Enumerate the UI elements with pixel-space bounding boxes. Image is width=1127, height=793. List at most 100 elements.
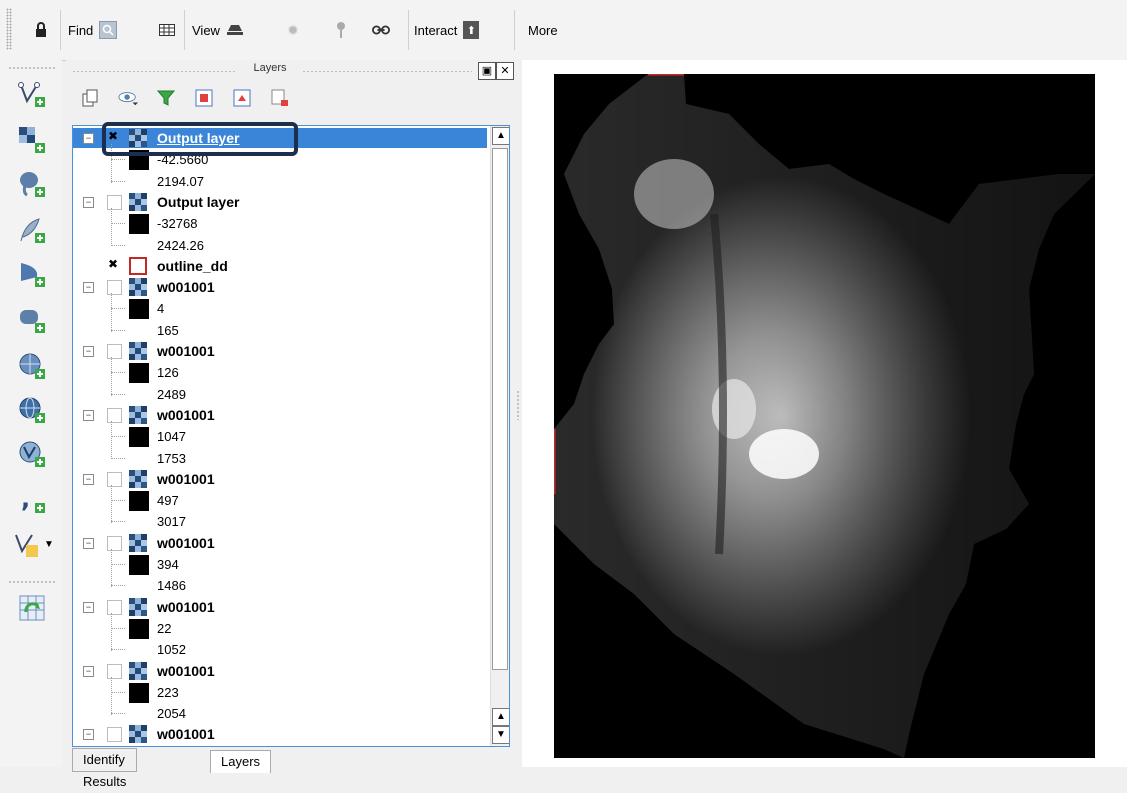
view-group: View <box>192 18 244 42</box>
layer-visibility-checkbox[interactable] <box>107 280 122 296</box>
refresh-layer-button[interactable] <box>16 592 48 624</box>
add-group-icon <box>82 89 98 107</box>
scroll-up-button-lower[interactable]: ▲ <box>492 708 509 726</box>
add-wfs-layer-button[interactable] <box>16 438 48 470</box>
layer-name[interactable]: w001001 <box>157 535 215 551</box>
legend-value: 1052 <box>157 642 186 658</box>
layer-name[interactable]: w001001 <box>157 471 215 487</box>
layer-visibility-checkbox[interactable] <box>107 535 122 551</box>
feather-icon <box>20 218 45 243</box>
vtoolbar-grip[interactable] <box>8 66 56 70</box>
legend-value: 3017 <box>157 514 186 530</box>
expand-all-button[interactable] <box>194 88 214 108</box>
layer-visibility-checkbox[interactable] <box>107 727 122 743</box>
collapse-all-icon <box>233 89 251 107</box>
add-vector-icon <box>18 82 45 107</box>
layers-panel: Layers ▣ ✕ −Output layer-42.56602194.07− <box>66 60 514 789</box>
layer-name[interactable]: outline_dd <box>157 258 228 274</box>
legend-color-swatch <box>129 363 149 384</box>
panel-splitter[interactable] <box>514 60 522 767</box>
map-tips-icon[interactable] <box>226 21 244 39</box>
collapse-all-button[interactable] <box>232 88 252 108</box>
filter-legend-button[interactable] <box>156 88 176 108</box>
main-toolbar: Find View ✹ Interact ⬆ More <box>0 0 1127 61</box>
expand-all-icon <box>195 89 213 107</box>
layer-name[interactable]: w001001 <box>157 407 215 423</box>
attribute-table-button[interactable] <box>158 18 176 42</box>
expand-toggle-icon[interactable]: − <box>83 133 94 144</box>
scroll-up-button[interactable]: ▲ <box>492 127 509 145</box>
add-mssql-layer-button[interactable] <box>16 258 48 290</box>
tree-branch-line <box>111 293 112 332</box>
layer-visibility-checkbox[interactable] <box>107 194 122 210</box>
layer-name[interactable]: w001001 <box>157 726 215 742</box>
tree-scrollbar[interactable]: ▲ ▲ ▼ <box>490 126 509 746</box>
scroll-thumb[interactable] <box>492 148 508 670</box>
layer-name[interactable]: w001001 <box>157 663 215 679</box>
tree-branch-line <box>111 676 112 716</box>
expand-toggle-icon[interactable]: − <box>83 665 94 677</box>
raster-layer-icon <box>129 533 147 552</box>
expand-toggle-icon[interactable]: − <box>83 409 94 421</box>
tab-layers[interactable]: Layers <box>210 750 272 773</box>
expand-toggle-icon[interactable]: − <box>83 473 94 485</box>
action-icon[interactable]: ⬆ <box>463 21 480 39</box>
tree-branch-line <box>111 649 125 651</box>
tab-identify-results[interactable]: Identify Results <box>72 748 138 789</box>
table-icon <box>158 21 176 39</box>
link-icon <box>372 21 390 39</box>
tree-branch-line <box>111 564 125 565</box>
tree-branch-line <box>111 548 112 588</box>
add-delimited-text-layer-button[interactable]: , <box>16 484 48 516</box>
add-postgis-layer-button[interactable] <box>16 168 48 200</box>
new-layer-dropdown[interactable]: ▼ <box>10 528 56 560</box>
link-button[interactable] <box>372 18 390 42</box>
layer-visibility-checkbox[interactable] <box>107 599 122 615</box>
manage-visibility-button[interactable] <box>118 88 138 108</box>
expand-toggle-icon[interactable]: − <box>83 282 94 294</box>
tree-branch-line <box>111 159 125 161</box>
map-canvas[interactable] <box>522 60 1127 767</box>
expand-toggle-icon[interactable]: − <box>83 729 94 741</box>
expand-toggle-icon[interactable]: − <box>83 537 94 549</box>
lock-button[interactable] <box>32 18 50 42</box>
float-panel-button[interactable]: ▣ <box>478 62 496 80</box>
layer-visibility-checkbox[interactable] <box>107 344 122 359</box>
layer-visibility-checkbox[interactable] <box>107 471 122 487</box>
expand-toggle-icon[interactable]: − <box>83 346 94 357</box>
add-oracle-layer-button[interactable] <box>16 304 48 336</box>
vtoolbar-grip-2[interactable] <box>8 580 56 584</box>
add-vector-layer-button[interactable] <box>16 78 48 110</box>
pin-button[interactable] <box>332 18 350 42</box>
raster-layer-icon <box>129 661 147 680</box>
more-label: More <box>528 22 558 38</box>
add-wcs-layer-button[interactable] <box>16 394 48 426</box>
add-group-button[interactable] <box>80 88 100 108</box>
tree-branch-line <box>111 612 112 652</box>
expand-toggle-icon[interactable]: − <box>83 196 94 208</box>
expand-toggle-icon[interactable]: − <box>83 601 94 613</box>
scroll-down-button[interactable]: ▼ <box>492 726 509 744</box>
add-raster-layer-button[interactable] <box>16 124 48 156</box>
elevation-raster <box>552 72 1095 758</box>
interact-group: Interact ⬆ <box>414 18 480 42</box>
toolbar-grip[interactable] <box>6 8 12 50</box>
layer-visibility-checkbox[interactable] <box>107 407 122 423</box>
layer-name[interactable]: Output layer <box>157 194 239 210</box>
layer-tree[interactable]: −Output layer-42.56602194.07−Output laye… <box>72 125 510 747</box>
add-spatialite-layer-button[interactable] <box>16 214 48 246</box>
add-wms-layer-button[interactable] <box>16 350 48 382</box>
highlight-feature-button[interactable]: ✹ <box>284 18 302 42</box>
close-panel-button[interactable]: ✕ <box>496 62 514 80</box>
remove-layer-button[interactable] <box>270 88 290 108</box>
splitter-grip[interactable] <box>516 390 520 420</box>
tree-branch-line <box>111 713 125 715</box>
layer-visibility-checkbox[interactable] <box>107 663 122 679</box>
layer-name[interactable]: w001001 <box>157 343 215 359</box>
layer-name[interactable]: w001001 <box>157 599 215 615</box>
layer-visibility-checkbox[interactable] <box>107 257 120 272</box>
more-menu[interactable]: More <box>528 18 558 42</box>
zoom-search-icon[interactable] <box>99 21 118 39</box>
layer-name[interactable]: w001001 <box>157 279 215 295</box>
panel-title-bar[interactable]: Layers ▣ ✕ <box>72 62 514 80</box>
